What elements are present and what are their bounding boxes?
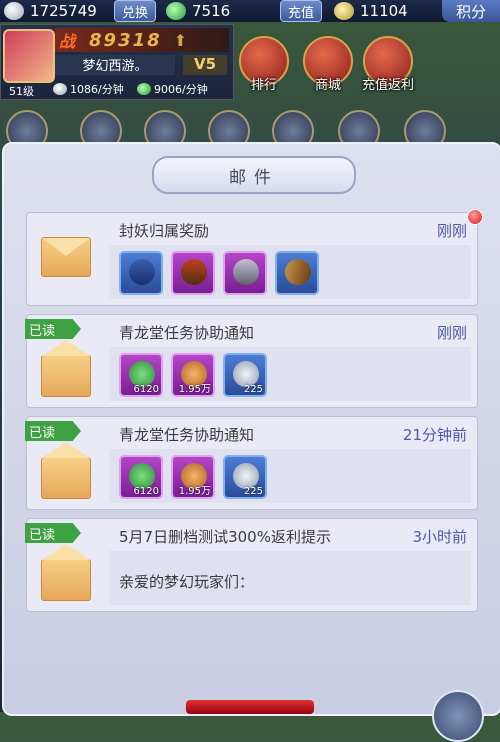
mail-preview: 亲爱的梦幻玩家们： bbox=[119, 573, 255, 591]
mail-subject: 封妖归属奖励 bbox=[119, 222, 210, 240]
attachment-item[interactable] bbox=[275, 251, 319, 295]
attachment-area bbox=[109, 347, 471, 401]
player-name: 梦幻西游。 bbox=[55, 55, 175, 75]
mail-item[interactable]: 已读 青龙堂任务协助通知 21分钟前 6120 1.95万 225 bbox=[25, 416, 478, 510]
jade-display: 7516 bbox=[166, 0, 230, 22]
mail-item[interactable]: 已读 青龙堂任务协助通知 刚刚 6120 1.95万 225 bbox=[25, 314, 478, 408]
recharge-rebate-menu-button[interactable]: 充值返利 bbox=[362, 36, 414, 94]
staff-icon bbox=[280, 254, 316, 290]
mail-subject: 5月7日删档测试300%返利提示 bbox=[119, 528, 331, 546]
attachment-item[interactable] bbox=[171, 251, 215, 295]
silver-coin-icon bbox=[4, 2, 24, 20]
attachment-item[interactable]: 6120 bbox=[119, 455, 163, 499]
envelope-open-icon bbox=[41, 544, 91, 601]
attachment-item[interactable]: 225 bbox=[223, 455, 267, 499]
claw-weapon-icon bbox=[233, 259, 259, 285]
read-badge: 已读 bbox=[25, 523, 81, 543]
mail-time: 刚刚 bbox=[436, 222, 467, 240]
gold-display: 11104 bbox=[334, 0, 408, 22]
jade-icon bbox=[166, 2, 186, 20]
mail-subject: 青龙堂任务协助通知 bbox=[119, 426, 255, 444]
attachment-item[interactable]: 6120 bbox=[119, 353, 163, 397]
mail-time: 3小时前 bbox=[412, 528, 467, 546]
envelope-open-icon bbox=[41, 340, 91, 397]
recharge-button[interactable]: 充值 bbox=[280, 0, 323, 22]
gold-ingot-icon bbox=[334, 2, 354, 20]
armor-icon bbox=[181, 259, 207, 285]
currency-bar: 1725749 兑换 7516 充值 11104 积分 bbox=[0, 0, 500, 22]
arrow-up-icon: ⬆ bbox=[173, 30, 188, 50]
combat-label: 战 bbox=[59, 32, 76, 51]
attachment-item[interactable]: 225 bbox=[223, 353, 267, 397]
attachment-item[interactable] bbox=[119, 251, 163, 295]
silver-coin-icon bbox=[53, 83, 67, 95]
page-title: 邮件 bbox=[152, 156, 356, 194]
envelope-closed-icon bbox=[41, 237, 91, 277]
boots-icon bbox=[129, 259, 155, 285]
silver-display: 1725749 bbox=[4, 0, 97, 22]
mail-time: 21分钟前 bbox=[402, 426, 467, 444]
gold-amount: 11104 bbox=[360, 2, 408, 20]
mail-subject: 青龙堂任务协助通知 bbox=[119, 324, 255, 342]
combat-power-bar: 战 89318 ⬆ bbox=[55, 28, 229, 52]
rank-menu-button[interactable]: 排行 bbox=[238, 36, 290, 94]
silver-rate: 1086/分钟 bbox=[53, 81, 124, 97]
avatar[interactable] bbox=[3, 29, 55, 83]
jade-icon bbox=[137, 83, 151, 95]
mail-item[interactable]: 已读 5月7日删档测试300%返利提示 3小时前 亲爱的梦幻玩家们： bbox=[25, 518, 478, 612]
mail-item[interactable]: 封妖归属奖励 刚刚 bbox=[26, 209, 483, 306]
attachment-item[interactable] bbox=[223, 251, 267, 295]
player-card[interactable]: 51级 战 89318 ⬆ 梦幻西游。 V5 1086/分钟 9006/分钟 bbox=[0, 24, 234, 100]
vip-badge[interactable]: V5 bbox=[183, 55, 227, 75]
unread-dot-icon bbox=[467, 209, 483, 225]
jade-amount: 7516 bbox=[192, 2, 231, 20]
read-badge: 已读 bbox=[25, 319, 81, 339]
combat-power-value: 89318 bbox=[89, 29, 162, 51]
close-round-icon[interactable] bbox=[432, 690, 484, 742]
attachment-area bbox=[109, 449, 471, 503]
envelope-open-icon bbox=[41, 442, 91, 499]
player-level: 51级 bbox=[9, 85, 34, 98]
jade-rate: 9006/分钟 bbox=[137, 81, 208, 97]
mail-panel: 邮件 封妖归属奖励 刚刚 已读 青龙堂任务协助通知 刚刚 6120 1.95万 … bbox=[2, 142, 500, 716]
points-button[interactable]: 积分 bbox=[442, 0, 500, 22]
mail-time: 刚刚 bbox=[436, 324, 467, 342]
silver-amount: 1725749 bbox=[30, 2, 97, 20]
shop-menu-button[interactable]: 商城 bbox=[302, 36, 354, 94]
read-badge: 已读 bbox=[25, 421, 81, 441]
attachment-item[interactable]: 1.95万 bbox=[171, 455, 215, 499]
exchange-button[interactable]: 兑换 bbox=[114, 0, 157, 22]
attachment-item[interactable]: 1.95万 bbox=[171, 353, 215, 397]
